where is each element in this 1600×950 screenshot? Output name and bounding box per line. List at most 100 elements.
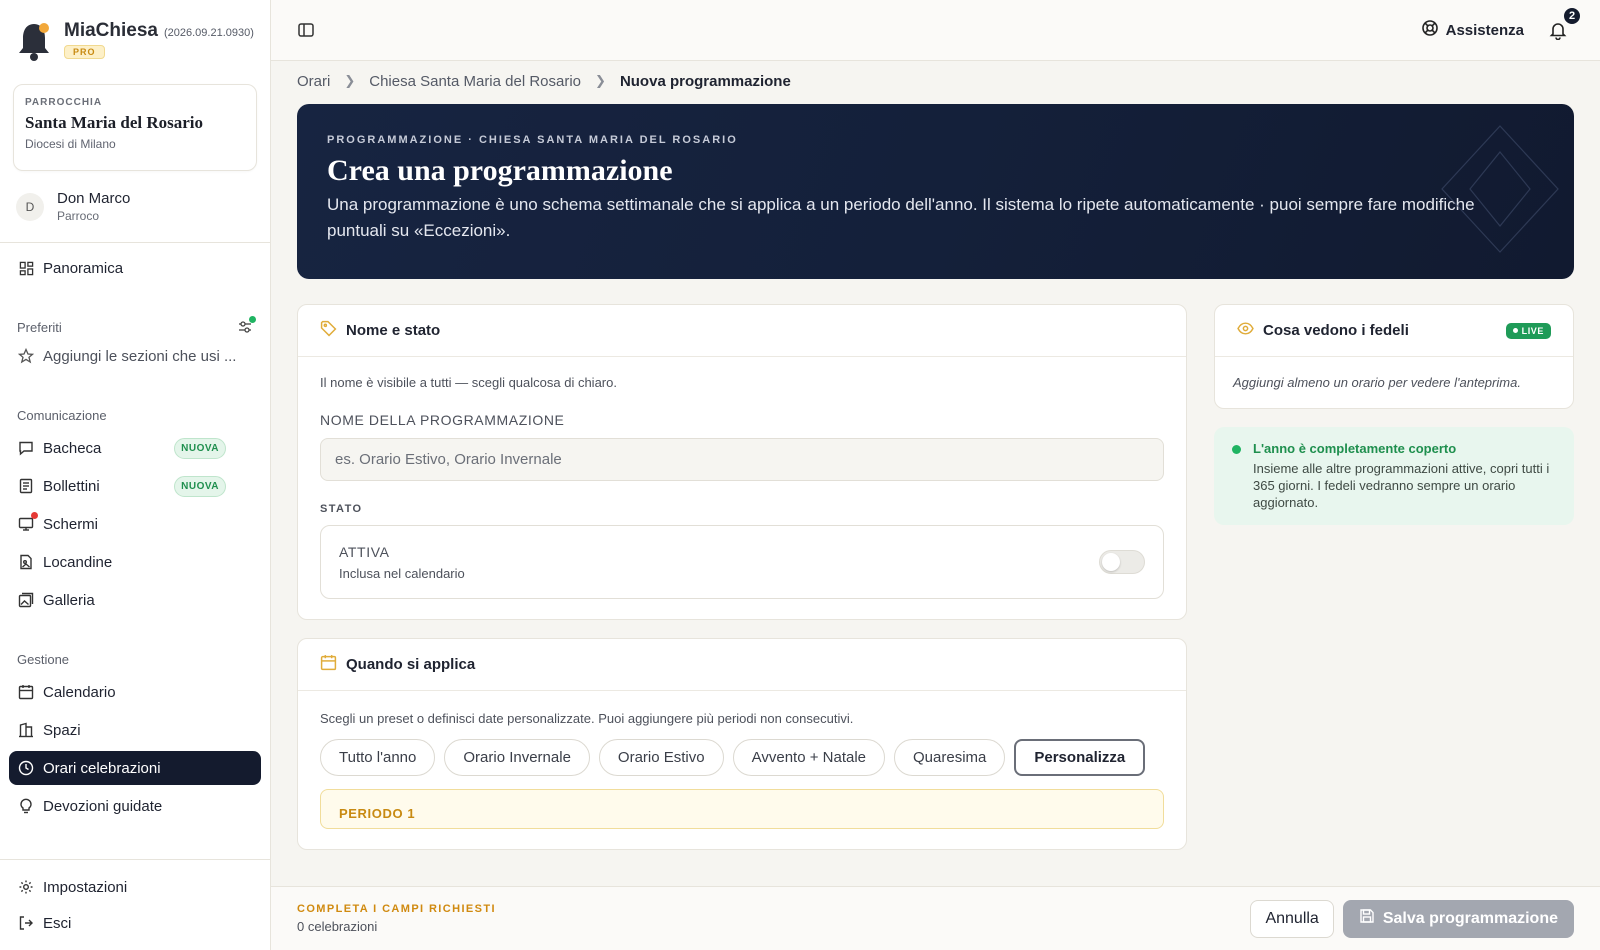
preset-all-year[interactable]: Tutto l'anno [320, 739, 436, 776]
section-label: Comunicazione [17, 407, 107, 423]
name-state-card: Nome e stato Il nome è visibile a tutti … [297, 304, 1187, 620]
app-version: (2026.09.21.0930) [163, 27, 254, 39]
parish-name: Santa Maria del Rosario [25, 113, 204, 132]
sidebar-item-label: Schermi [43, 515, 99, 533]
communication-section-title: Comunicazione [0, 405, 270, 425]
sidebar-item-locandine[interactable]: Locandine [9, 545, 261, 579]
schedule-name-input[interactable] [320, 438, 1164, 481]
preset-advent-christmas[interactable]: Avvento + Natale [732, 739, 886, 776]
parish-label: PARROCCHIA [25, 97, 103, 108]
live-label: LIVE [1521, 325, 1544, 336]
when-applies-card: Quando si applica Scegli un preset o def… [297, 638, 1187, 850]
live-dot [1512, 328, 1518, 333]
side-column: Cosa vedono i fedeli LIVE Aggiungi almen… [1214, 304, 1574, 868]
tag-icon [320, 320, 337, 341]
user-role: Parroco [57, 209, 100, 223]
brand[interactable]: MiaChiesa (2026.09.21.0930) PRO [0, 0, 270, 78]
sidebar-item-esci[interactable]: Esci [9, 906, 261, 940]
sidebar-footer: Impostazioni Esci [0, 859, 270, 950]
preset-winter[interactable]: Orario Invernale [444, 739, 590, 776]
period-1: PERIODO 1 [320, 789, 1164, 829]
new-badge: NUOVA [174, 475, 226, 497]
sidebar-item-label: Orari celebrazioni [43, 759, 161, 777]
sidebar-item-devozioni[interactable]: Devozioni guidate [9, 789, 261, 823]
preview-empty-message: Aggiungi almeno un orario per vedere l'a… [1233, 375, 1521, 390]
lightbulb-icon [18, 798, 34, 814]
sidebar-item-schermi[interactable]: Schermi [9, 507, 261, 541]
coverage-title: L'anno è completamente coperto [1253, 441, 1457, 456]
when-hint: Scegli un preset o definisci date person… [320, 711, 854, 726]
parish-card[interactable]: PARROCCHIA Santa Maria del Rosario Dioce… [13, 84, 257, 171]
form-content: Nome e stato Il nome è visibile a tutti … [271, 279, 1600, 868]
sidebar-item-label: Esci [43, 914, 72, 932]
favorites-section-title: Preferiti [0, 316, 270, 337]
state-title: ATTIVA [339, 543, 390, 560]
clock-icon [18, 760, 34, 776]
sidebar-item-label: Spazi [43, 721, 81, 739]
sidebar-item-impostazioni[interactable]: Impostazioni [9, 870, 261, 904]
sidebar-item-label: Galleria [43, 591, 95, 609]
sidebar-item-label: Bollettini [43, 477, 100, 495]
preset-summer[interactable]: Orario Estivo [598, 739, 724, 776]
notification-count: 2 [1562, 6, 1582, 26]
preset-lent[interactable]: Quaresima [894, 739, 1006, 776]
breadcrumb: Orari ❯ Chiesa Santa Maria del Rosario ❯… [271, 61, 1600, 101]
name-field-label: NOME DELLA PROGRAMMAZIONE [320, 412, 565, 428]
sidebar-item-label: Panoramica [43, 259, 124, 277]
breadcrumb-item[interactable]: Chiesa Santa Maria del Rosario [369, 73, 581, 90]
name-hint: Il nome è visibile a tutti — scegli qual… [320, 375, 617, 390]
save-schedule-button[interactable]: Salva programmazione [1342, 899, 1574, 938]
sidebar-item-bollettini[interactable]: Bollettini NUOVA [9, 469, 261, 503]
sidebar-item-label: Devozioni guidate [43, 797, 163, 815]
hero-banner: PROGRAMMAZIONE · CHIESA SANTA MARIA DEL … [297, 104, 1574, 279]
sidebar-item-spazi[interactable]: Spazi [9, 713, 261, 747]
card-title: Cosa vedono i fedeli [1263, 322, 1409, 339]
file-image-icon [18, 554, 34, 570]
calendar-icon [320, 654, 337, 675]
breadcrumb-item[interactable]: Orari [297, 73, 330, 90]
logout-icon [18, 915, 34, 931]
bell-icon [1548, 23, 1568, 43]
notifications-button[interactable]: 2 [1548, 6, 1582, 43]
active-toggle[interactable] [1099, 550, 1145, 574]
diamond-decoration-icon [1440, 124, 1560, 254]
coverage-notice: L'anno è completamente coperto Insieme a… [1214, 427, 1574, 525]
star-icon [18, 348, 34, 364]
newspaper-icon [18, 478, 34, 494]
preview-card: Cosa vedono i fedeli LIVE Aggiungi almen… [1214, 304, 1574, 409]
message-icon [18, 440, 34, 456]
required-fields-warning: COMPLETA I CAMPI RICHIESTI [297, 903, 496, 915]
sidebar-item-galleria[interactable]: Galleria [9, 583, 261, 617]
sidebar-item-orari-celebrazioni[interactable]: Orari celebrazioni [9, 751, 261, 785]
user-profile[interactable]: D Don Marco Parroco [0, 171, 270, 243]
card-header: Nome e stato [298, 305, 1186, 357]
card-header: Cosa vedono i fedeli LIVE [1215, 305, 1573, 357]
building-icon [18, 722, 34, 738]
help-button[interactable]: Assistenza [1421, 19, 1524, 41]
add-favorites-item[interactable]: Aggiungi le sezioni che usi ... [9, 339, 261, 373]
live-badge: LIVE [1505, 322, 1551, 339]
celebrations-count: 0 celebrazioni [297, 919, 378, 934]
plan-badge: PRO [64, 45, 105, 59]
preset-chips: Tutto l'anno Orario Invernale Orario Est… [320, 739, 1164, 776]
sidebar-toggle-icon[interactable] [297, 21, 315, 39]
state-subtitle: Inclusa nel calendario [339, 565, 465, 581]
preset-custom[interactable]: Personalizza [1014, 739, 1146, 776]
card-header: Quando si applica [298, 639, 1186, 691]
sidebar-item-bacheca[interactable]: Bacheca NUOVA [9, 431, 261, 465]
add-favorites-label: Aggiungi le sezioni che usi ... [43, 347, 237, 365]
gear-icon [18, 879, 34, 895]
card-title: Quando si applica [346, 656, 476, 673]
sidebar-item-label: Calendario [43, 683, 116, 701]
sidebar: MiaChiesa (2026.09.21.0930) PRO PARROCCH… [0, 0, 271, 950]
card-title: Nome e stato [346, 322, 441, 339]
lifebuoy-icon [1421, 19, 1439, 41]
customize-favorites-icon[interactable] [237, 316, 256, 335]
section-label: Gestione [17, 651, 70, 667]
notification-dot [31, 512, 38, 519]
sidebar-item-calendario[interactable]: Calendario [9, 675, 261, 709]
bell-logo-icon [16, 20, 52, 64]
cancel-button[interactable]: Annulla [1250, 899, 1334, 938]
hero-kicker: PROGRAMMAZIONE · CHIESA SANTA MARIA DEL … [327, 134, 738, 146]
sidebar-item-overview[interactable]: Panoramica [9, 251, 261, 285]
